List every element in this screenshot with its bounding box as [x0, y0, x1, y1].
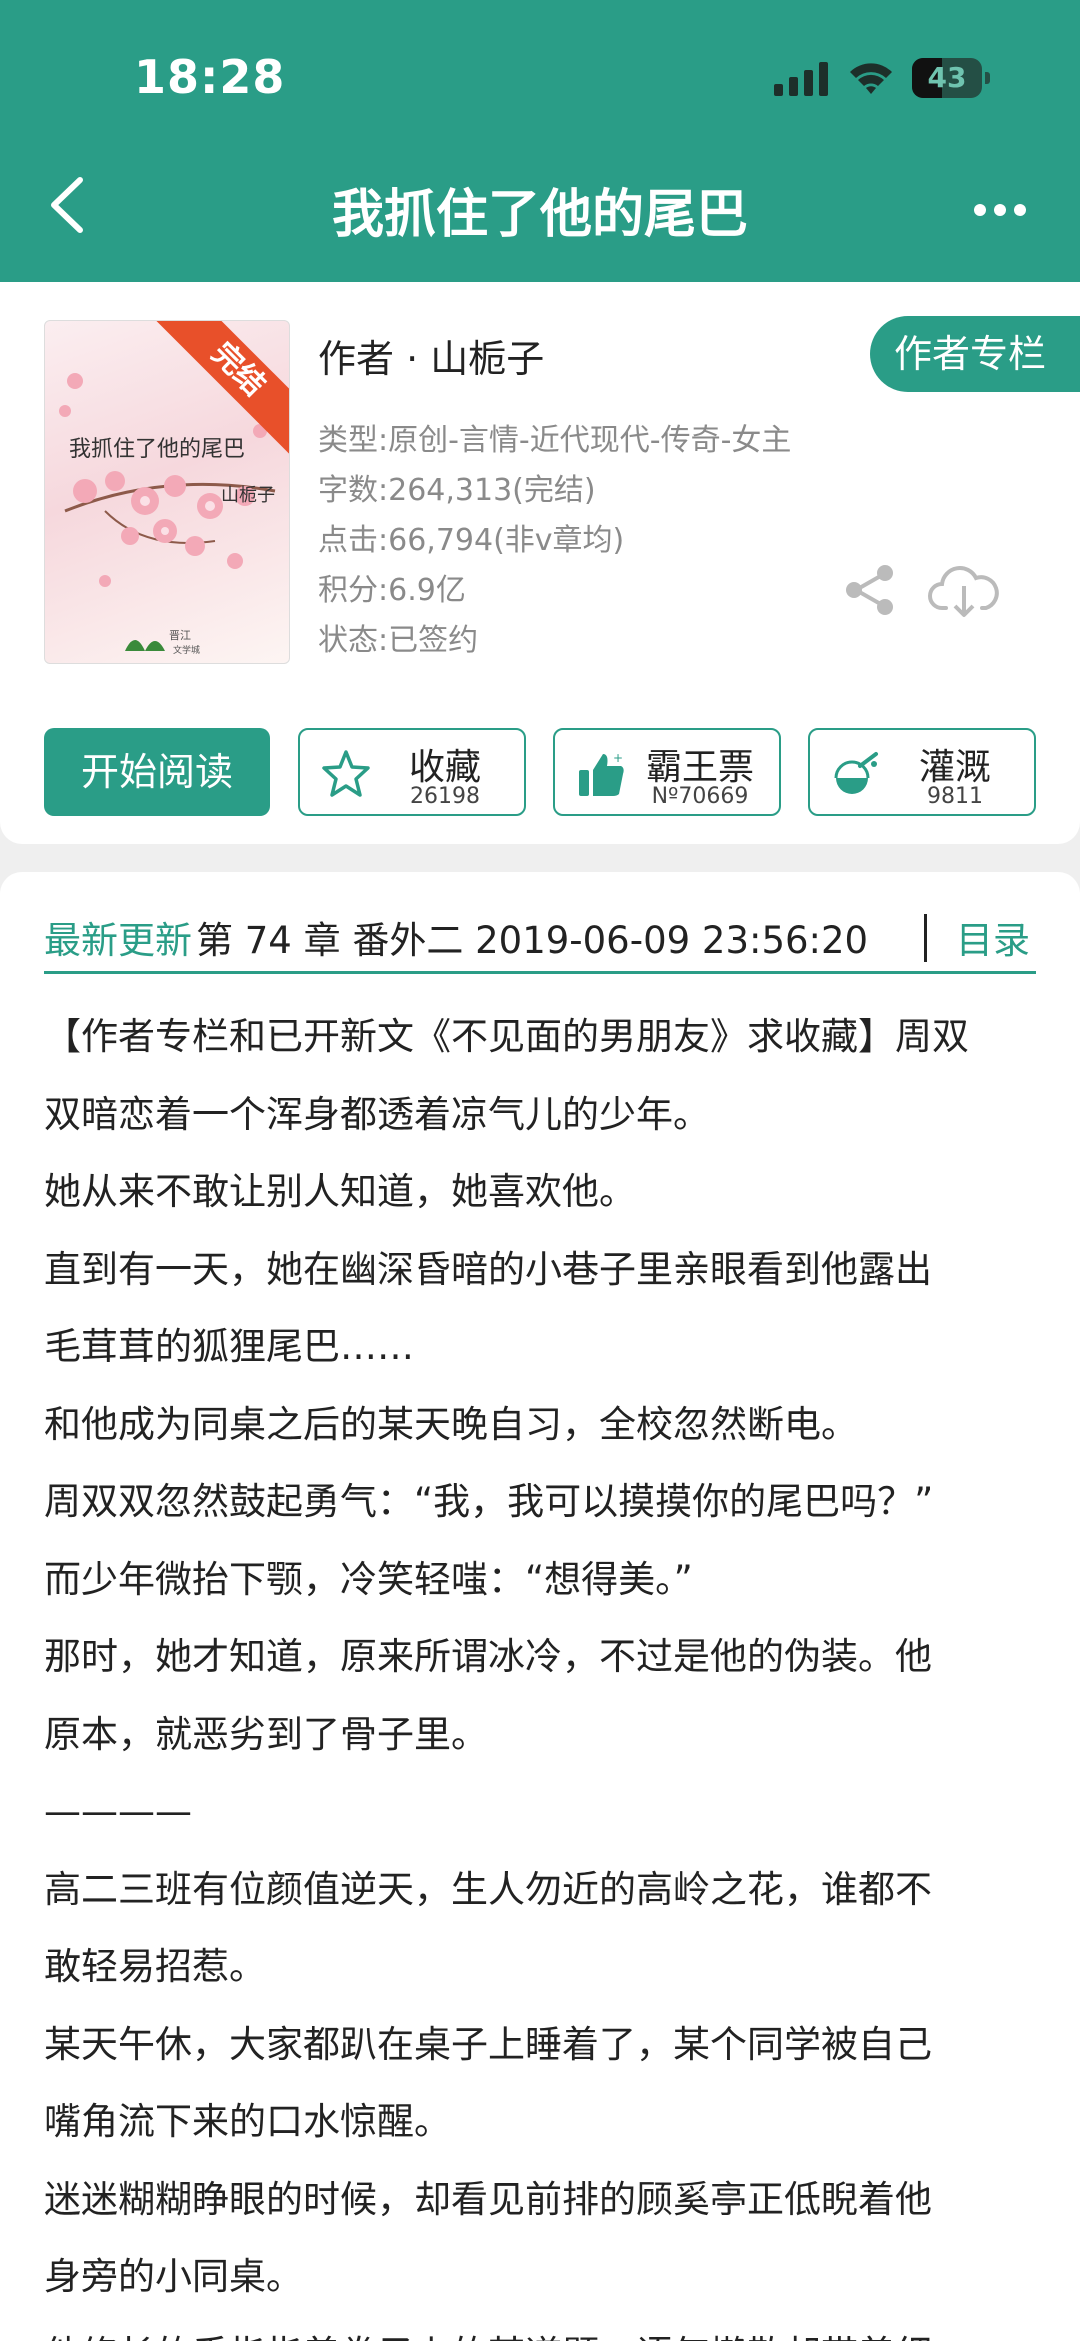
star-icon: [322, 750, 370, 797]
status-time: 18:28: [134, 50, 286, 104]
vote-label: 霸王票: [645, 747, 754, 788]
meta-genre: 类型:原创-言情-近代现代-传奇-女主: [318, 423, 792, 458]
cloud-download-icon[interactable]: [928, 562, 1000, 620]
synopsis-line: 毛茸茸的狐狸尾巴……: [44, 1325, 414, 1368]
synopsis-line: ————: [44, 1790, 192, 1833]
page-title: 我抓住了他的尾巴: [331, 185, 748, 245]
meta-score: 积分:6.9亿: [318, 573, 466, 608]
synopsis-line: 敢轻易招惹。: [44, 1945, 266, 1988]
synopsis-line: 嘴角流下来的口水惊醒。: [44, 2100, 451, 2143]
meta-clicks: 点击:66,794(非v章均): [318, 523, 625, 558]
publisher-logo: 晋江 文学城: [125, 629, 200, 656]
svg-text:+: +: [613, 751, 623, 765]
more-options-icon[interactable]: [970, 180, 1030, 240]
author-column-button[interactable]: 作者专栏: [870, 316, 1080, 392]
synopsis-line: 某天午休，大家都趴在桌子上睡着了，某个同学被自己: [44, 2022, 932, 2066]
synopsis-line: 直到有一天，她在幽深昏暗的小巷子里亲眼看到他露出: [44, 1247, 932, 1291]
app-header: 18:28 43 我抓住了他的尾巴: [0, 0, 1080, 282]
svg-text:晋江: 晋江: [169, 629, 191, 642]
synopsis-card: 最新更新 第 74 章 番外二 2019-06-09 23:56:20 目录 【…: [0, 872, 1080, 2341]
synopsis-line: 和他成为同桌之后的某天晚自习，全校忽然断电。: [44, 1402, 858, 1446]
nutrient-flask-icon: [834, 752, 878, 794]
latest-update-row[interactable]: 最新更新 第 74 章 番外二 2019-06-09 23:56:20 目录: [44, 898, 1036, 974]
latest-chapter-text[interactable]: 第 74 章 番外二 2019-06-09 23:56:20: [196, 910, 868, 964]
synopsis-text: 【作者专栏和已开新文《不见面的男朋友》求收藏】周双 双暗恋着一个浑身都透着凉气儿…: [44, 998, 1044, 2341]
cellular-signal-icon: [774, 62, 828, 96]
svg-text:文学城: 文学城: [173, 644, 200, 656]
meta-word-count: 字数:264,313(完结): [318, 473, 596, 508]
synopsis-line: 高二三班有位颜值逆天，生人勿近的高岭之花，谁都不: [44, 1867, 932, 1911]
synopsis-line: 迷迷糊糊睁眼的时候，却看见前排的顾奚亭正低睨着他: [44, 2177, 932, 2221]
cover-author: 山栀子: [221, 485, 275, 506]
synopsis-line: 原本，就恶劣到了骨子里。: [44, 1712, 488, 1756]
battery-level: 43: [927, 61, 967, 94]
share-icon[interactable]: [842, 562, 898, 618]
wifi-icon: [850, 63, 892, 94]
water-button[interactable]: 灌溉 9811: [808, 728, 1036, 816]
synopsis-line: 双暗恋着一个浑身都透着凉气儿的少年。: [44, 1092, 710, 1136]
favorite-count: 26198: [410, 784, 480, 809]
latest-update-label: 最新更新: [44, 919, 192, 962]
cover-title: 我抓住了他的尾巴: [69, 437, 246, 462]
vote-count: Nº70669: [651, 784, 749, 809]
author-name[interactable]: 作者 · 山栀子: [318, 328, 544, 383]
favorite-label: 收藏: [408, 747, 481, 788]
synopsis-line: 那时，她才知道，原来所谓冰冷，不过是他的伪装。他: [44, 1635, 932, 1678]
thumbs-up-icon: +: [579, 751, 624, 796]
synopsis-line: 周双双忽然鼓起勇气：“我，我可以摸摸你的尾巴吗？”: [44, 1480, 934, 1523]
table-of-contents-link[interactable]: 目录: [956, 910, 1030, 964]
back-arrow-icon[interactable]: [40, 170, 100, 240]
synopsis-line: 而少年微抬下颚，冷笑轻嗤：“想得美。”: [44, 1557, 693, 1601]
battery-icon: 43: [912, 58, 990, 98]
book-cover[interactable]: 完结 我抓住了他的尾巴 山栀子 晋江 文学城: [44, 320, 290, 664]
water-count: 9811: [927, 784, 983, 809]
vote-button[interactable]: + 霸王票 Nº70669: [553, 728, 781, 816]
synopsis-line: 【作者专栏和已开新文《不见面的男朋友》求收藏】周双: [44, 1015, 969, 1058]
divider: [924, 914, 927, 962]
synopsis-line: 身旁的小同桌。: [44, 2255, 303, 2298]
synopsis-line: 他修长的手指指着卷子上的某道题，语气懒散却带着细: [44, 2316, 1044, 2341]
water-label: 灌溉: [918, 747, 991, 788]
synopsis-line: 她从来不敢让别人知道，她喜欢他。: [44, 1170, 636, 1213]
meta-status: 状态:已签约: [318, 623, 479, 658]
book-info-card: 完结 我抓住了他的尾巴 山栀子 晋江 文学城 作者 · 山栀子 作者专栏 类型:…: [0, 282, 1080, 844]
book-meta-list: 类型:原创-言情-近代现代-传奇-女主 字数:264,313(完结) 点击:66…: [318, 416, 791, 666]
start-reading-button[interactable]: 开始阅读: [44, 728, 270, 816]
favorite-button[interactable]: 收藏 26198: [298, 728, 526, 816]
